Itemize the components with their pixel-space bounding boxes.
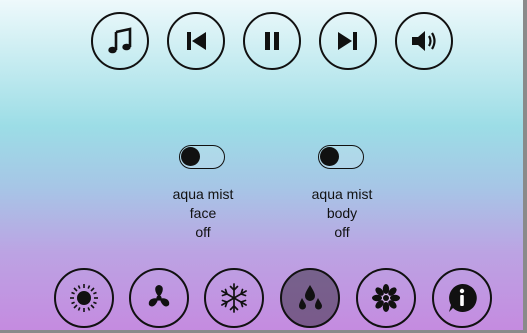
cool-mode-button[interactable] xyxy=(204,268,264,328)
fan-mode-button[interactable] xyxy=(129,268,189,328)
pause-button[interactable] xyxy=(243,12,301,70)
sun-icon xyxy=(70,284,98,312)
mist-state: off xyxy=(195,224,211,240)
aqua-mist-face-toggle[interactable] xyxy=(179,145,225,169)
mist-target: body xyxy=(326,205,358,221)
mist-name: aqua mist xyxy=(311,186,373,202)
fan-icon xyxy=(148,285,170,307)
flower-icon xyxy=(372,284,400,312)
skip-previous-icon xyxy=(187,32,206,50)
volume-icon xyxy=(412,31,436,51)
aqua-mist-body-toggle[interactable] xyxy=(318,145,364,169)
mist-target: face xyxy=(189,205,217,221)
aqua-mist-body-label: aqua mist body off xyxy=(282,185,402,242)
water-mode-button[interactable] xyxy=(280,268,340,328)
toggle-knob xyxy=(181,147,200,166)
aroma-mode-button[interactable] xyxy=(356,268,416,328)
info-button[interactable] xyxy=(432,268,492,328)
skip-next-icon xyxy=(338,32,357,50)
next-track-button[interactable] xyxy=(319,12,377,70)
info-icon xyxy=(449,283,477,312)
sun-mode-button[interactable] xyxy=(54,268,114,328)
snowflake-icon xyxy=(221,283,247,313)
music-button[interactable] xyxy=(91,12,149,70)
toggle-knob xyxy=(320,147,339,166)
water-drops-icon xyxy=(299,285,322,310)
aqua-mist-face-label: aqua mist face off xyxy=(143,185,263,242)
music-note-icon xyxy=(108,27,132,54)
pause-icon xyxy=(265,32,279,50)
volume-button[interactable] xyxy=(395,12,453,70)
mist-state: off xyxy=(334,224,350,240)
mist-name: aqua mist xyxy=(172,186,234,202)
previous-track-button[interactable] xyxy=(167,12,225,70)
